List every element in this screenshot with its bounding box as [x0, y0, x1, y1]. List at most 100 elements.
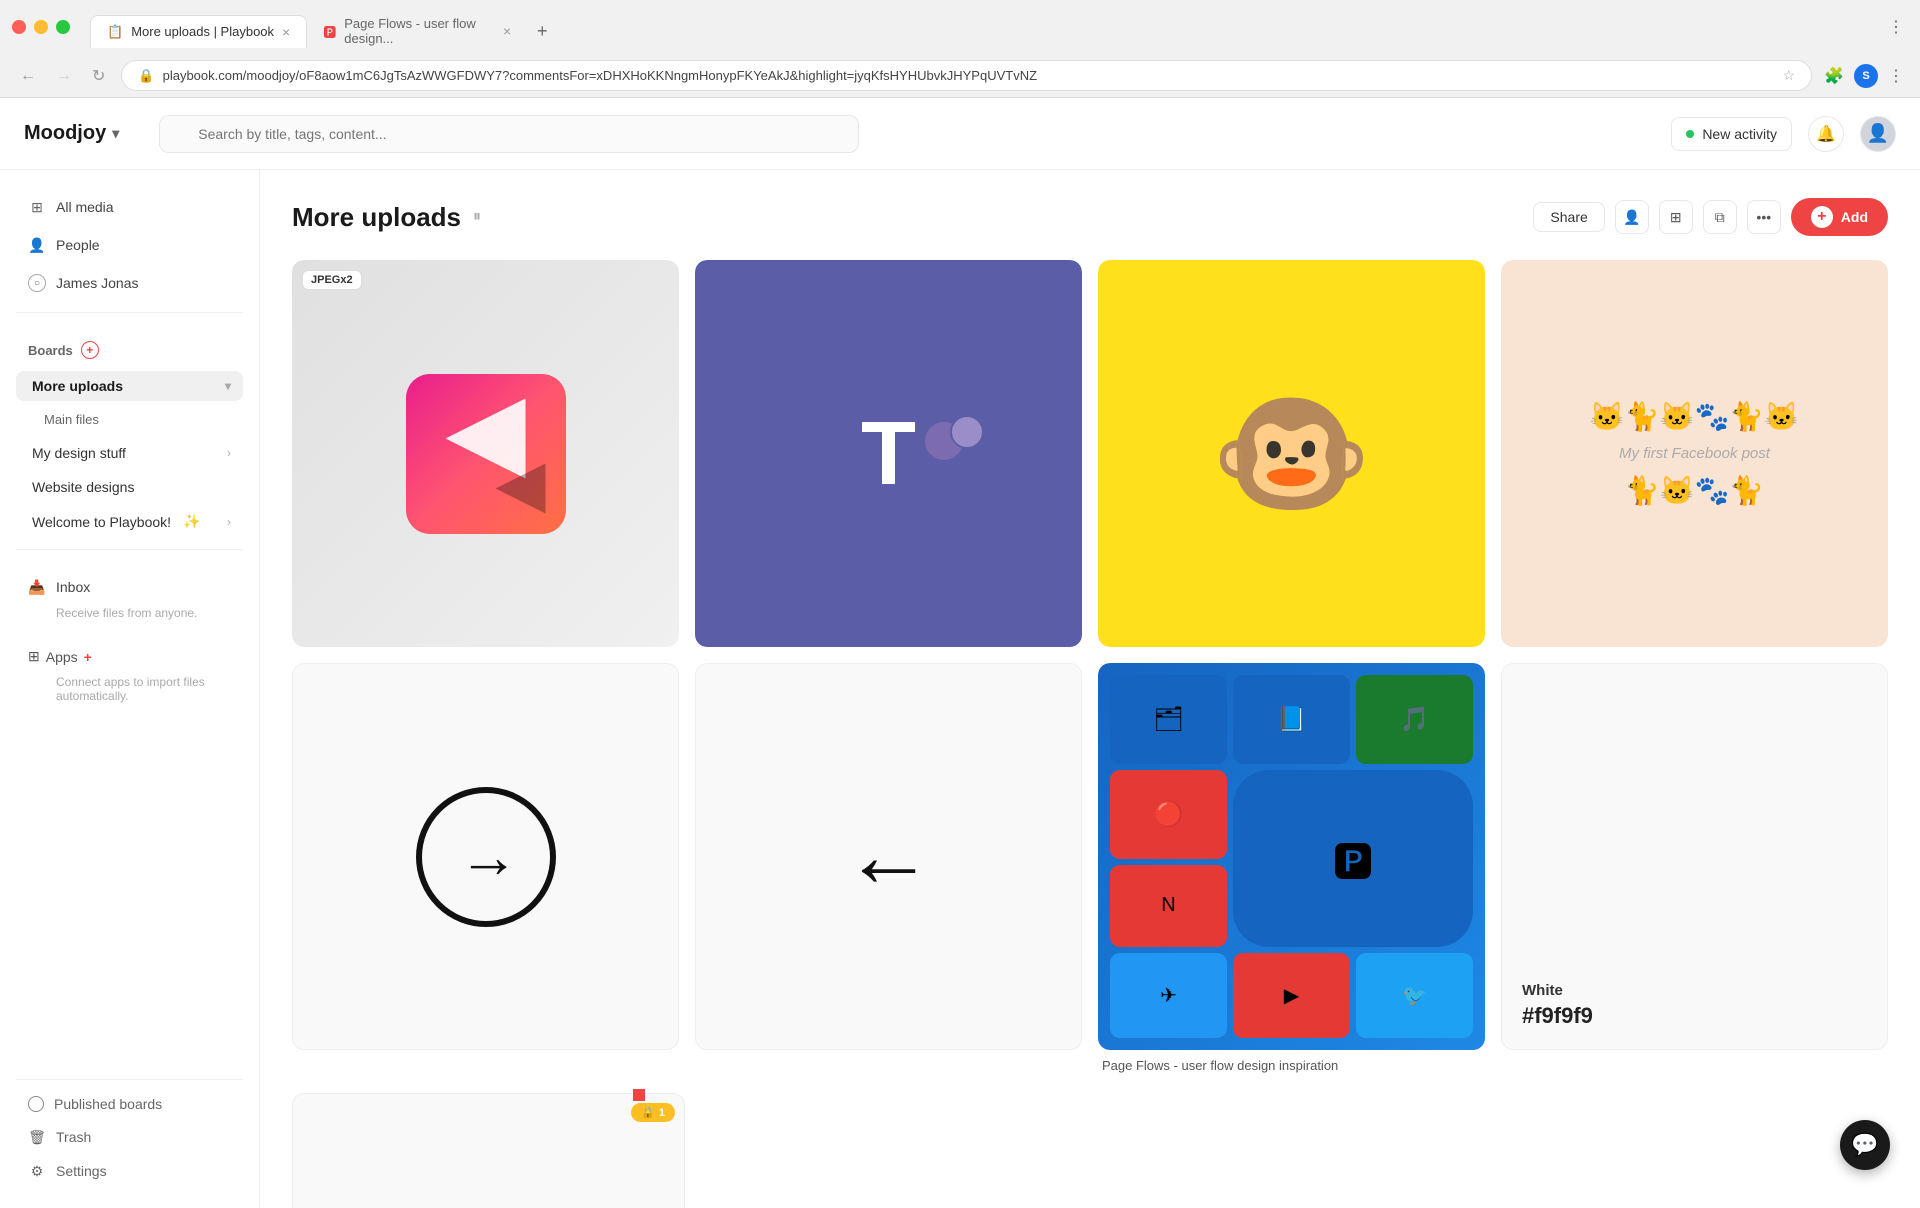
media-card-mailchimp[interactable]: 🐵 [1098, 260, 1485, 647]
trash-icon: 🗑 [28, 1128, 46, 1146]
main-files-label: Main files [44, 412, 99, 427]
settings-label: Settings [56, 1163, 107, 1179]
bookmark-icon[interactable]: ☆ [1783, 67, 1796, 84]
tab-page-flows[interactable]: 🅿 Page Flows - user flow design... × [307, 8, 527, 54]
user-invite-button[interactable]: 👤 [1615, 200, 1649, 234]
board-item-my-design-stuff[interactable]: My design stuff › [16, 438, 243, 468]
media-card-arrow-right[interactable]: → [292, 663, 679, 1077]
board-item-more-uploads[interactable]: More uploads ▾ [16, 371, 243, 401]
window-close[interactable] [12, 20, 26, 34]
settings-icon: ⚙ [28, 1162, 46, 1180]
new-activity-label: New activity [1702, 126, 1777, 142]
arrow-right-circle-icon: → [416, 787, 556, 927]
content-header-actions: Share 👤 ⊞ ⧉ ••• + Add [1533, 198, 1888, 236]
inbox-description: Receive files from anyone. [16, 604, 243, 628]
sidebar-item-all-media[interactable]: ⊞ All media [16, 190, 243, 224]
media-card-arrow-left[interactable]: ← [695, 663, 1082, 1077]
app-icon-netflix: N [1110, 865, 1227, 948]
sidebar-divider-2 [16, 549, 243, 550]
sidebar-item-published-boards[interactable]: Published boards [16, 1088, 243, 1120]
bell-icon: 🔔 [1816, 124, 1836, 144]
sidebar-item-inbox[interactable]: 📥 Inbox [16, 570, 243, 604]
content-header: More uploads ⏸ Share 👤 ⊞ ⧉ ••• [292, 198, 1888, 236]
app-container: Moodjoy ▾ 🔍 New activity 🔔 👤 [0, 98, 1920, 1208]
forward-button[interactable]: → [52, 63, 76, 89]
extensions-icon[interactable]: 🧩 [1824, 66, 1844, 86]
tab-more-uploads[interactable]: 📋 More uploads | Playbook × [90, 15, 307, 48]
inbox-section: 📥 Inbox Receive files from anyone. [16, 570, 243, 628]
board-item-main-files[interactable]: Main files [16, 405, 243, 434]
window-minimize[interactable] [34, 20, 48, 34]
grid-view-icon: ⊞ [1670, 209, 1682, 226]
main-content: ⊞ All media 👤 People ○ James Jonas Board… [0, 170, 1920, 1208]
app-icon-facebook: 📘 [1233, 675, 1350, 764]
user-circle-icon: ○ [28, 274, 46, 292]
chevron-right-icon-2: › [227, 515, 231, 529]
tab1-close[interactable]: × [282, 24, 290, 40]
new-tab-button[interactable]: + [527, 16, 557, 46]
trash-label: Trash [56, 1129, 91, 1145]
sidebar-item-james-jonas[interactable]: ○ James Jonas [16, 266, 243, 300]
logo-dropdown-icon[interactable]: ▾ [112, 125, 119, 142]
window-maximize[interactable] [56, 20, 70, 34]
published-icon [28, 1096, 44, 1112]
star-icon: ✨ [183, 513, 200, 530]
app-icon-telegram: ✈ [1110, 953, 1227, 1038]
browser-menu-icon[interactable]: ⋮ [1888, 17, 1904, 37]
user-avatar[interactable]: 👤 [1860, 116, 1896, 152]
notifications-button[interactable]: 🔔 [1808, 116, 1844, 152]
add-app-button[interactable]: + [84, 649, 92, 665]
add-board-button[interactable]: + [81, 341, 99, 359]
page-title: More uploads [292, 202, 461, 233]
url-text[interactable]: playbook.com/moodjoy/oF8aow1mC6JgTsAzWWG… [163, 68, 1775, 83]
tab2-label: Page Flows - user flow design... [344, 16, 495, 46]
inbox-icon: 📥 [28, 578, 46, 596]
app-icon-youtube: ▶ [1233, 953, 1350, 1038]
add-plus-icon: + [1811, 206, 1833, 228]
media-card-app-icons[interactable]: 🗂 📘 🎵 🔴 🅿 N ✈ ▶ 🐦 [1098, 663, 1485, 1077]
tab2-close[interactable]: × [503, 23, 511, 39]
cat-emojis-2: 🐈🐱🐾🐈 [1625, 474, 1764, 507]
app-icon-1: 🔴 [1110, 770, 1227, 859]
add-content-button[interactable]: + Add [1791, 198, 1888, 236]
refresh-button[interactable]: ↻ [88, 62, 109, 90]
grid-view-button[interactable]: ⊞ [1659, 200, 1693, 234]
facebook-post-text: My first Facebook post [1619, 445, 1770, 462]
arrow-left-icon: ← [844, 805, 934, 908]
app-icons-card-title: Page Flows - user flow design inspiratio… [1102, 1058, 1481, 1073]
lock-icon: 🔒 [138, 68, 154, 84]
chevron-right-icon-1: › [227, 446, 231, 460]
media-card-svg[interactable]: 📄 SVGx2 🔒 1 [292, 1093, 685, 1208]
more-options-button[interactable]: ••• [1747, 200, 1781, 234]
apps-description: Connect apps to import files automatical… [16, 673, 243, 711]
add-label: Add [1841, 209, 1868, 225]
new-activity-button[interactable]: New activity [1671, 117, 1792, 151]
filter-button[interactable]: ⧉ [1703, 200, 1737, 234]
media-card-teams[interactable]: T [695, 260, 1082, 647]
search-input[interactable] [159, 115, 859, 153]
media-card-color-swatch[interactable]: White #f9f9f9 [1501, 663, 1888, 1077]
board-item-welcome[interactable]: Welcome to Playbook! ✨ › [16, 506, 243, 537]
share-button[interactable]: Share [1533, 202, 1604, 232]
tab1-label: More uploads | Playbook [131, 24, 274, 39]
chat-button[interactable]: 💬 [1840, 1120, 1890, 1170]
sidebar-item-people[interactable]: 👤 People [16, 228, 243, 262]
mailchimp-monkey-icon: 🐵 [1211, 377, 1373, 530]
profile-icon[interactable]: S [1854, 64, 1878, 88]
app-logo[interactable]: Moodjoy ▾ [24, 122, 119, 145]
website-designs-label: Website designs [32, 479, 134, 495]
address-bar: 🔒 playbook.com/moodjoy/oF8aow1mC6JgTsAzW… [121, 60, 1812, 91]
media-card-cats[interactable]: 🐱🐈🐱🐾🐈🐱 My first Facebook post 🐈🐱🐾🐈 [1501, 260, 1888, 647]
logo-text: Moodjoy [24, 122, 106, 145]
grid-icon: ⊞ [28, 198, 46, 216]
app-icon-parking: 🅿 [1233, 770, 1473, 948]
sidebar-divider-3 [16, 1079, 243, 1080]
browser-more-icon[interactable]: ⋮ [1888, 66, 1904, 86]
sidebar-item-trash[interactable]: 🗑 Trash [16, 1120, 243, 1154]
chevron-down-icon: ▾ [225, 379, 231, 393]
board-item-website-designs[interactable]: Website designs [16, 472, 243, 502]
sidebar-item-settings[interactable]: ⚙ Settings [16, 1154, 243, 1188]
back-button[interactable]: ← [16, 63, 40, 89]
media-card-pink-app[interactable]: JPEGx2 [292, 260, 679, 647]
browser-chrome: 📋 More uploads | Playbook × 🅿 Page Flows… [0, 0, 1920, 98]
